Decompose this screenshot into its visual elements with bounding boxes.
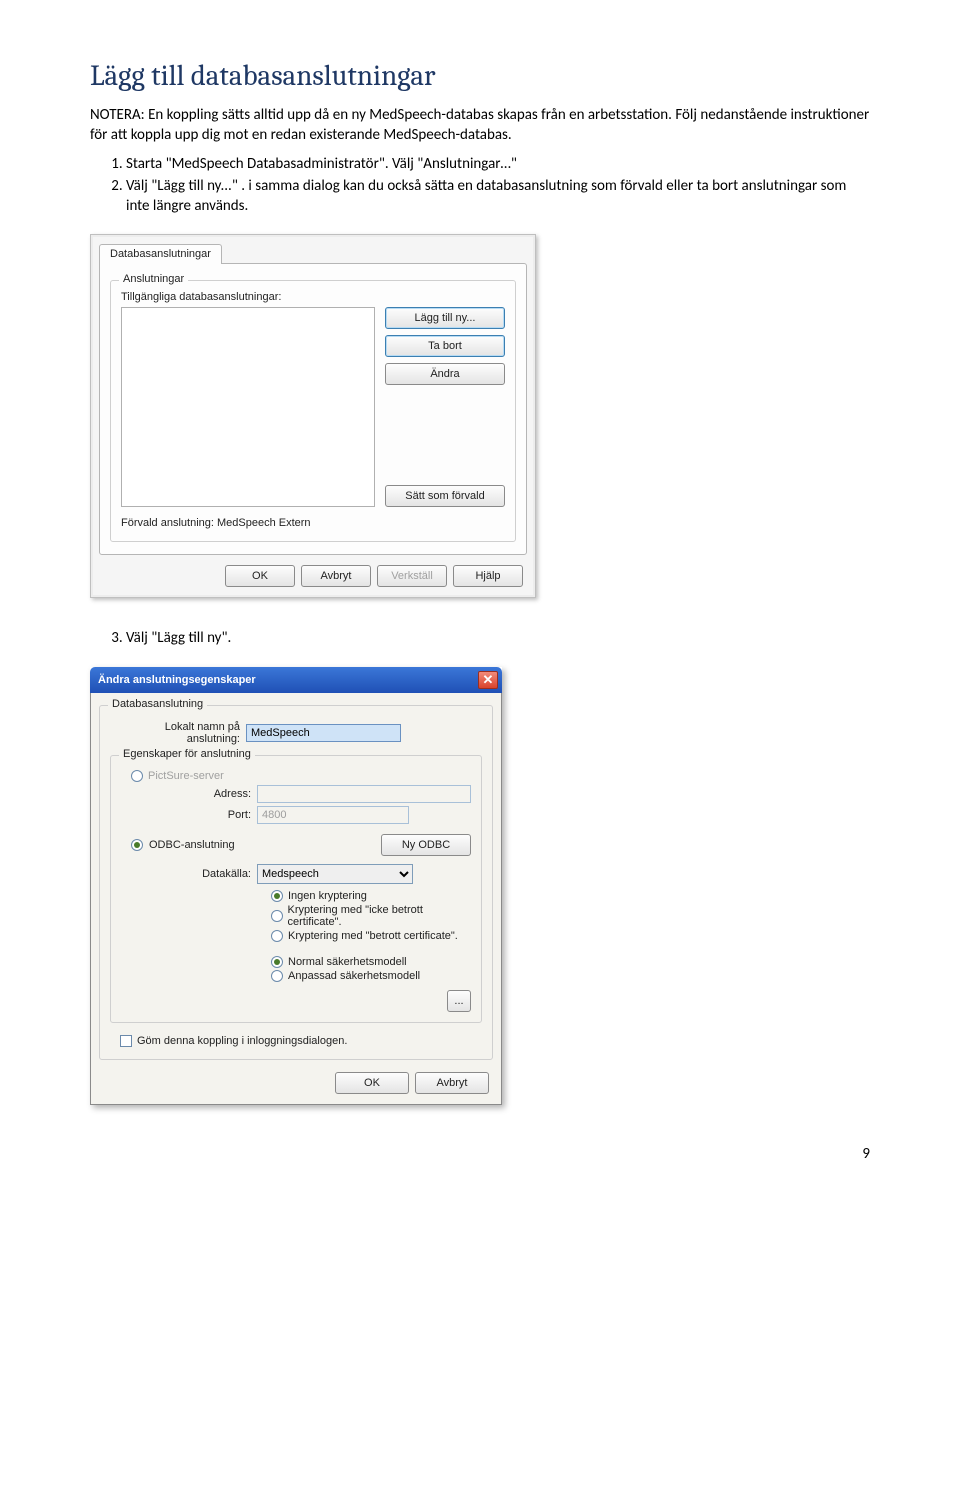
close-icon[interactable]: ✕: [478, 671, 498, 689]
datasource-label: Datakälla:: [121, 868, 251, 880]
fieldset-props-legend: Egenskaper för anslutning: [119, 748, 255, 760]
default-connection-status: Förvald anslutning: MedSpeech Extern: [121, 517, 505, 529]
step-item: Välj "Lägg till ny..." . i samma dialog …: [126, 176, 870, 217]
cancel-button[interactable]: Avbryt: [301, 565, 371, 587]
edit-button[interactable]: Ändra: [385, 363, 505, 385]
titlebar[interactable]: Ändra anslutningsegenskaper ✕: [90, 667, 502, 693]
page-number: 9: [90, 1145, 870, 1163]
security-custom-label: Anpassad säkerhetsmodell: [288, 970, 420, 982]
odbc-radio-label: ODBC-anslutning: [149, 839, 235, 851]
hide-coupling-checkbox[interactable]: [120, 1035, 132, 1047]
crypt-untrusted-radio[interactable]: Kryptering med "icke betrott certificate…: [271, 904, 471, 928]
address-label: Adress:: [121, 788, 251, 800]
crypt-none-radio[interactable]: Ingen kryptering: [271, 890, 471, 902]
dialog-db-connections: Databasanslutningar Anslutningar Tillgän…: [90, 234, 536, 598]
add-new-button[interactable]: Lägg till ny...: [385, 307, 505, 329]
steps-list-2: Välj "Lägg till ny".: [90, 628, 870, 648]
security-normal-radio[interactable]: Normal säkerhetsmodell: [271, 956, 471, 968]
page-heading: Lägg till databasanslutningar: [90, 60, 870, 93]
local-name-label: Lokalt namn på anslutning:: [110, 721, 240, 745]
dialog-connection-properties: Ändra anslutningsegenskaper ✕ Databasans…: [90, 667, 502, 1105]
intro-paragraph: NOTERA: En koppling sätts alltid upp då …: [90, 105, 870, 146]
fieldset-db-connection-legend: Databasanslutning: [108, 698, 207, 710]
cancel-button[interactable]: Avbryt: [415, 1072, 489, 1094]
crypt-none-label: Ingen kryptering: [288, 890, 367, 902]
apply-button[interactable]: Verkställ: [377, 565, 447, 587]
ok-button[interactable]: OK: [225, 565, 295, 587]
connections-listbox[interactable]: [121, 307, 375, 507]
address-input[interactable]: [257, 785, 471, 803]
datasource-select[interactable]: Medspeech: [257, 864, 413, 884]
remove-button[interactable]: Ta bort: [385, 335, 505, 357]
step-item: Starta "MedSpeech Databasadministratör".…: [126, 154, 870, 174]
security-normal-label: Normal säkerhetsmodell: [288, 956, 407, 968]
odbc-radio[interactable]: [131, 839, 143, 851]
set-default-button[interactable]: Sätt som förvald: [385, 485, 505, 507]
dialog-title: Ändra anslutningsegenskaper: [98, 674, 256, 686]
tab-db-connections[interactable]: Databasanslutningar: [99, 244, 222, 264]
step-item: Välj "Lägg till ny".: [126, 628, 870, 648]
list-label: Tillgängliga databasanslutningar:: [121, 291, 505, 303]
crypt-untrusted-label: Kryptering med "icke betrott certificate…: [288, 904, 471, 928]
steps-list-1: Starta "MedSpeech Databasadministratör".…: [90, 154, 870, 217]
help-button[interactable]: Hjälp: [453, 565, 523, 587]
port-label: Port:: [121, 809, 251, 821]
pictsure-radio-label: PictSure-server: [148, 770, 224, 782]
security-custom-radio[interactable]: Anpassad säkerhetsmodell: [271, 970, 471, 982]
fieldset-connections-legend: Anslutningar: [119, 273, 188, 285]
ok-button[interactable]: OK: [335, 1072, 409, 1094]
pictsure-radio[interactable]: PictSure-server: [131, 770, 471, 782]
port-input[interactable]: [257, 806, 409, 824]
new-odbc-button[interactable]: Ny ODBC: [381, 834, 471, 856]
hide-coupling-label: Göm denna koppling i inloggningsdialogen…: [137, 1035, 347, 1047]
crypt-trusted-label: Kryptering med "betrott certificate".: [288, 930, 458, 942]
local-name-input[interactable]: [246, 724, 401, 742]
ellipsis-button[interactable]: ...: [447, 990, 471, 1012]
crypt-trusted-radio[interactable]: Kryptering med "betrott certificate".: [271, 930, 471, 942]
